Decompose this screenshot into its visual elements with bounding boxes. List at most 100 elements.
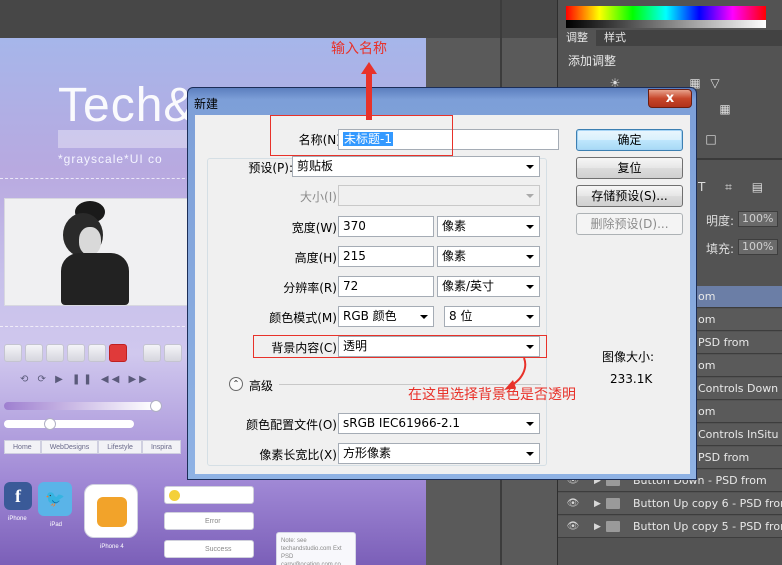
width-unit-value: 像素 (442, 219, 467, 233)
canvas-nav-tab: Inspira (141, 440, 181, 454)
portrait-face (79, 227, 101, 255)
size-select (338, 185, 540, 206)
height-unit-select[interactable]: 像素 (437, 246, 540, 267)
resolution-label: 分辨率(R): (283, 281, 341, 295)
layer-name: Button Up copy 5 - PSD from (633, 520, 782, 533)
dialog-client-area: 名称(N): 未标题-1 预设(P): 剪贴板 大小(I): 宽度(W): 37… (195, 115, 690, 474)
dialog-titlebar[interactable]: 新建 x (188, 88, 696, 115)
adjustments-tabs: 调整 样式 (558, 30, 782, 46)
chevron-down-icon (526, 165, 534, 169)
expand-arrow-icon[interactable]: ▶ (594, 493, 601, 515)
reset-button[interactable]: 复位 (576, 157, 683, 179)
layer-row[interactable]: 👁 ▶ Button Up copy 6 - PSD from (558, 493, 782, 515)
preset-value: 剪贴板 (297, 159, 334, 173)
layer-name: om (698, 290, 716, 303)
color-mode-label: 颜色模式(M): (269, 311, 341, 325)
annotation-arrow-up (361, 62, 377, 120)
image-size-label: 图像大小: (602, 350, 655, 364)
eye-icon[interactable]: 👁 (566, 516, 580, 538)
workspace-top-strip (0, 0, 557, 38)
color-mode-value: RGB 颜色 (343, 309, 397, 323)
color-shade-bar[interactable] (566, 20, 766, 28)
swatch (46, 344, 64, 362)
swatch-red (109, 344, 127, 362)
color-mode-select[interactable]: RGB 颜色 (338, 306, 434, 327)
canvas-brand-text: Tech& (58, 79, 197, 132)
canvas-slider (4, 402, 154, 410)
layer-name: Controls Down (698, 382, 779, 395)
bit-depth-select[interactable]: 8 位 (444, 306, 540, 327)
pixel-aspect-value: 方形像素 (343, 446, 392, 460)
chevron-down-icon (526, 422, 534, 426)
grid-icon[interactable]: ▦ (718, 102, 732, 116)
canvas-error-message: Error (164, 512, 254, 530)
layer-name: om (698, 313, 716, 326)
tab-styles[interactable]: 样式 (596, 30, 634, 46)
expand-arrow-icon[interactable]: ▶ (594, 516, 601, 538)
canvas-nav-tab: Lifestyle (98, 440, 142, 454)
canvas-dashed-line-2 (0, 326, 200, 327)
square-icon[interactable]: □ (704, 132, 718, 146)
opacity-input[interactable]: 100% (738, 211, 778, 227)
chevron-down-icon (526, 452, 534, 456)
width-input[interactable]: 370 (338, 216, 434, 237)
opacity-label: 明度: (706, 214, 735, 228)
layer-name: Button Up copy 6 - PSD from (633, 497, 782, 510)
preset-select[interactable]: 剪贴板 (292, 156, 540, 177)
folder-icon (606, 521, 620, 532)
resolution-unit-select[interactable]: 像素/英寸 (437, 276, 540, 297)
facebook-app-icon: f (4, 482, 32, 510)
tw-caption: iPad (50, 522, 63, 528)
resolution-input[interactable]: 72 (338, 276, 434, 297)
advanced-label[interactable]: 高级 (249, 377, 273, 394)
color-profile-label: 颜色配置文件(O): (246, 418, 341, 432)
chevron-down-icon (526, 255, 534, 259)
color-spectrum[interactable] (566, 6, 766, 20)
fb-caption: iPhone (8, 516, 27, 522)
canvas-nav-tab: WebDesigns (40, 440, 99, 454)
folder-icon (606, 498, 620, 509)
pixel-aspect-select[interactable]: 方形像素 (338, 443, 540, 464)
canvas-warning-message (164, 486, 254, 504)
advanced-expand-icon[interactable]: ⌃ (229, 377, 243, 391)
layer-row[interactable]: 👁 ▶ Button Up copy 5 - PSD from (558, 516, 782, 538)
ok-button[interactable]: 确定 (576, 129, 683, 151)
width-unit-select[interactable]: 像素 (437, 216, 540, 237)
fill-input[interactable]: 100% (738, 239, 778, 255)
annotation-name-box (270, 115, 453, 156)
tab-adjustments[interactable]: 调整 (558, 30, 596, 46)
canvas-slider-knob-2 (44, 418, 56, 430)
canvas-media-controls-icon: ⟲ ⟳ ▶ ❚❚ ◀◀ ▶▶ (20, 374, 150, 385)
save-preset-button[interactable]: 存储预设(S)... (576, 185, 683, 207)
adjustments-title: 添加调整 (568, 54, 617, 68)
resolution-unit-value: 像素/英寸 (442, 279, 495, 293)
canvas-note: Note: see techandstudio.com Ext PSD carr… (276, 532, 356, 565)
rss-caption: iPhone 4 (100, 544, 124, 550)
swatch (164, 344, 182, 362)
chevron-down-icon (420, 315, 428, 319)
canvas-nav-tab: Home (4, 440, 41, 454)
canvas-dashed-line (0, 178, 200, 179)
width-label: 宽度(W): (291, 221, 341, 235)
swatch-gap (130, 344, 140, 362)
annotation-background-hint: 在这里选择背景色是否透明 (408, 387, 576, 403)
fill-label: 填充: (706, 242, 735, 256)
canvas-nav-tabs: Home WebDesigns Lifestyle Inspira (4, 440, 181, 454)
canvas-portrait-image (4, 198, 188, 306)
layer-name: PSD from (698, 336, 750, 349)
layer-name: om (698, 359, 716, 372)
triangle-icon[interactable]: ▽ (708, 76, 722, 90)
bit-depth-value: 8 位 (449, 309, 473, 323)
rss-icon (97, 497, 127, 527)
close-button[interactable]: x (648, 89, 692, 108)
image-size-value: 233.1K (610, 372, 653, 386)
height-input[interactable]: 215 (338, 246, 434, 267)
swatch (25, 344, 43, 362)
rss-app-icon (84, 484, 138, 538)
color-profile-select[interactable]: sRGB IEC61966-2.1 (338, 413, 540, 434)
canvas-success-message: Success (164, 540, 254, 558)
eye-icon[interactable]: 👁 (566, 493, 580, 515)
layer-filter-icons[interactable]: T ⌗ ▤ (698, 180, 771, 195)
canvas-slider-knob (150, 400, 162, 412)
pixel-aspect-label: 像素长宽比(X): (259, 448, 341, 462)
